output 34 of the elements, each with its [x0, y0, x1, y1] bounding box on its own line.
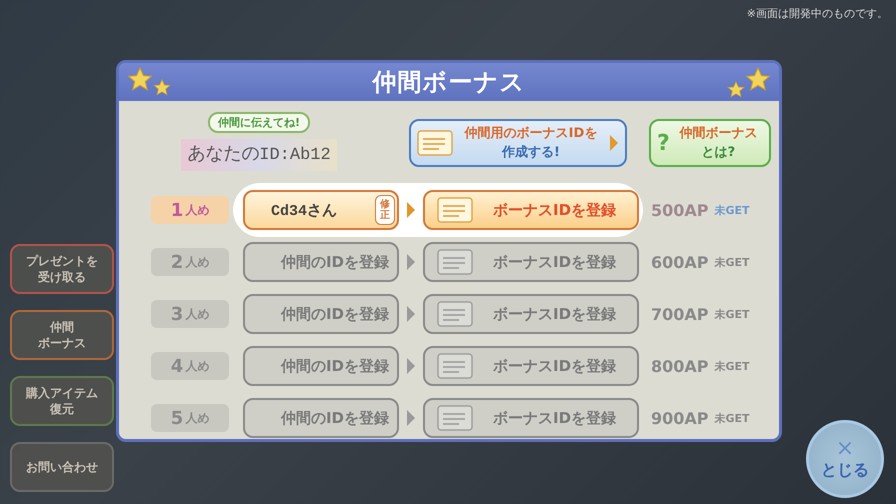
reward-amount: 700AP [651, 304, 709, 324]
hint-bubble: 仲間に伝えてね! [208, 112, 310, 133]
side-menu-button[interactable]: お問い合わせ [10, 442, 114, 492]
dialog-title: 仲間ボーナス [372, 67, 526, 98]
arrow-icon [407, 358, 415, 374]
side-menu-button[interactable]: 仲間 ボーナス [10, 310, 114, 360]
card-icon [437, 197, 473, 223]
card-icon [437, 249, 473, 275]
your-id-text: あなたのID:Ab12 [181, 139, 337, 171]
register-bonus-id-button[interactable]: ボーナスIDを登録 [423, 190, 639, 230]
side-menu-button[interactable]: 購入アイテム 復元 [10, 376, 114, 426]
card-icon [437, 405, 473, 431]
edit-tag[interactable]: 修正 [375, 195, 395, 225]
card-icon [437, 301, 473, 327]
card-icon [417, 130, 453, 156]
reward-amount: 900AP [651, 408, 709, 428]
reward-status: 未GET [714, 202, 750, 218]
reward-amount: 600AP [651, 252, 709, 272]
reward-amount: 800AP [651, 356, 709, 376]
card-icon [437, 353, 473, 379]
reward-amount: 500AP [651, 200, 709, 220]
create-bonus-id-button[interactable]: 仲間用のボーナスIDを 作成する! [409, 119, 627, 167]
reward-status: 未GET [714, 254, 750, 270]
side-menu-button[interactable]: プレゼントを 受け取る [10, 244, 114, 294]
friend-id-button[interactable]: Cd34さん 修正 [243, 190, 399, 230]
reward-status: 未GET [714, 306, 750, 322]
arrow-icon [609, 134, 619, 152]
notice-text: ※画面は開発中のものです。 [746, 6, 888, 21]
arrow-icon [407, 410, 415, 426]
reward-status: 未GET [714, 410, 750, 426]
arrow-icon [407, 202, 415, 218]
reward-status: 未GET [714, 358, 750, 374]
arrow-icon [407, 254, 415, 270]
arrow-icon [407, 306, 415, 322]
